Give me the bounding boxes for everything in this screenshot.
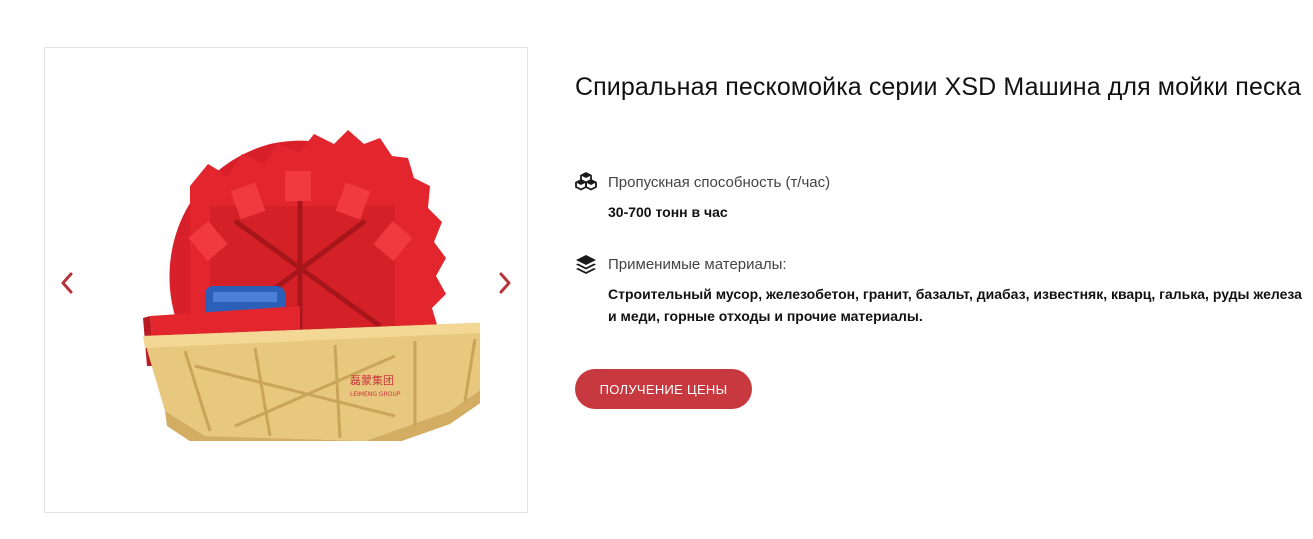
spec-materials-value: Строительный мусор, железобетон, гранит,… [608,286,1302,324]
spec-materials-label: Применимые материалы: [608,255,787,273]
cubes-icon [575,172,597,191]
image-logo-sub: LEIMENG GROUP [350,391,401,398]
chevron-left-icon [61,272,73,294]
spec-capacity: Пропускная способность (т/час) 30-700 то… [575,171,830,223]
product-info: Спиральная пескомойка серии XSD Машина д… [575,68,1305,409]
spec-capacity-label: Пропускная способность (т/час) [608,173,831,191]
spec-materials-head: Применимые материалы: [575,253,1305,275]
tank: 磊蒙集团 LEIMENG GROUP [143,322,480,441]
spec-capacity-head: Пропускная способность (т/час) [575,171,830,193]
image-logo: 磊蒙集团 [350,373,394,387]
layers-icon [576,255,596,274]
gallery-prev-button[interactable] [55,268,79,298]
product-image: 磊蒙集团 LEIMENG GROUP [143,130,480,441]
chevron-right-icon [499,272,511,294]
product-gallery: 磊蒙集团 LEIMENG GROUP [44,47,528,513]
gallery-next-button[interactable] [493,268,517,298]
spec-materials: Применимые материалы: Строительный мусор… [575,253,1305,327]
spec-capacity-value: 30-700 тонн в час [608,204,728,220]
get-price-button[interactable]: ПОЛУЧЕНИЕ ЦЕНЫ [575,369,752,409]
product-title: Спиральная пескомойка серии XSD Машина д… [575,73,1302,101]
